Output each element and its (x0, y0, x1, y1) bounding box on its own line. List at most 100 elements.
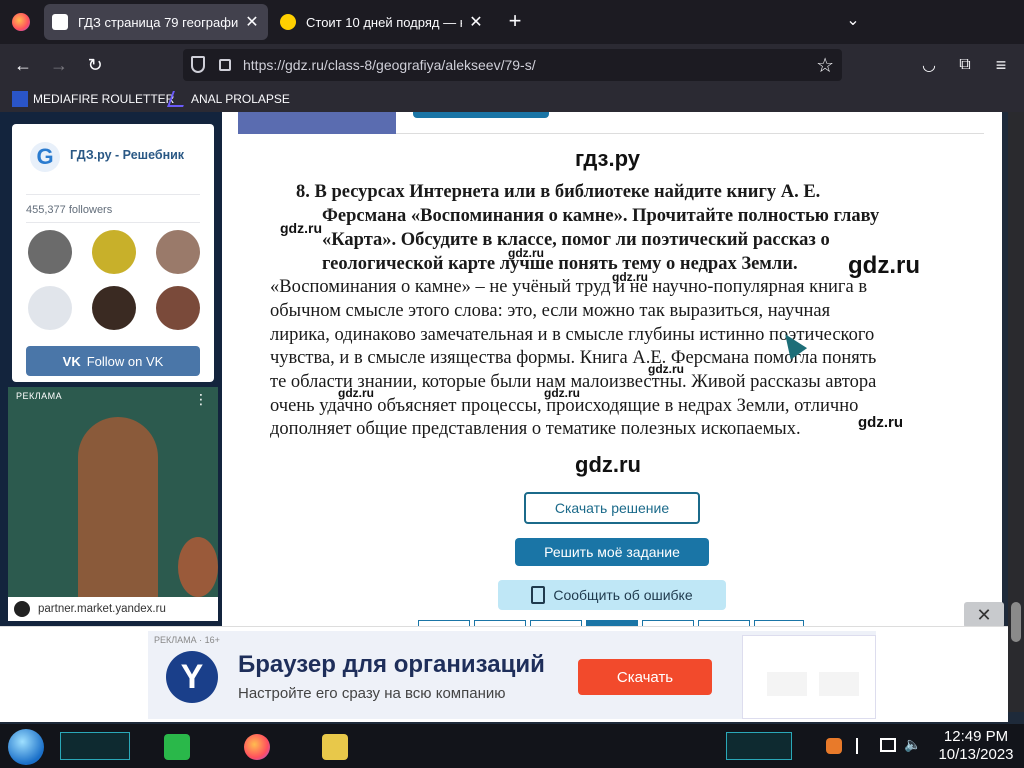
ad-thumbnail[interactable] (238, 112, 396, 134)
market-logo-icon (14, 601, 30, 617)
back-arrow-icon[interactable]: ← (10, 52, 36, 78)
clock-time: 12:49 PM (943, 728, 1009, 745)
bookmark-chevron-icon (167, 91, 189, 107)
ad-tag: РЕКЛАМА (16, 391, 63, 401)
gdz-logo-icon: G (30, 142, 60, 172)
ad-tile (819, 672, 859, 696)
mediafire-icon (12, 91, 28, 107)
left-sidebar: G ГДЗ.ру - Решебник 455,377 followers VK… (0, 112, 222, 632)
navigation-toolbar: ← → ↻ https://gdz.ru/class-8/geografiya/… (0, 44, 1024, 86)
bottom-ad-banner[interactable]: РЕКЛАМА · 16+ Y Браузер для организаций … (0, 626, 1008, 722)
solve-my-task-button[interactable]: Решить моё задание (515, 538, 709, 566)
taskbar-decoration (726, 732, 792, 760)
extensions-icon[interactable]: ⧉ (952, 52, 978, 78)
flag-icon[interactable] (856, 738, 870, 754)
ad-source-bar[interactable]: partner.market.yandex.ru (8, 597, 218, 621)
firefox-menu-icon[interactable] (12, 13, 30, 31)
network-icon[interactable] (880, 738, 896, 752)
report-error-button[interactable]: Сообщить об ошибке (498, 580, 726, 610)
divider (26, 222, 200, 223)
watermark: gdz.ru (612, 270, 648, 284)
pocket-icon[interactable]: ◡ (916, 52, 942, 78)
bookmark-item[interactable]: MEDIAFIRE ROULETTER (12, 90, 174, 108)
tab-title: ГДЗ страница 79 география 8 класс (78, 14, 238, 30)
ad-tile (767, 672, 807, 696)
avatar[interactable] (156, 230, 200, 274)
bookmark-star-icon[interactable]: ☆ (816, 53, 834, 78)
avatar[interactable] (92, 230, 136, 274)
ad-download-button[interactable]: Скачать (578, 659, 712, 695)
reload-icon[interactable]: ↻ (82, 52, 108, 78)
firefox-app-icon[interactable] (244, 734, 270, 760)
vk-group-name[interactable]: ГДЗ.ру - Решебник (70, 148, 184, 162)
url-bar[interactable]: https://gdz.ru/class-8/geografiya/alekse… (183, 49, 842, 81)
page-scrollbar[interactable] (1008, 112, 1024, 712)
ad-headline: Браузер для организаций (238, 651, 545, 678)
left-ad-image[interactable]: РЕКЛАМА ⋮ (8, 387, 218, 619)
report-error-label: Сообщить об ошибке (553, 587, 693, 603)
ad-subline: Настройте его сразу на всю компанию (238, 685, 506, 702)
watermark: gdz.ru (648, 362, 684, 376)
start-orb-icon[interactable] (8, 729, 44, 765)
answer-line: обычном смысле этого слова: это, если мо… (270, 301, 831, 321)
title-watermark: гдз.ру (575, 146, 640, 171)
watermark: gdz.ru (544, 386, 580, 400)
forward-arrow-icon[interactable]: → (46, 52, 72, 78)
vk-widget: G ГДЗ.ру - Решебник 455,377 followers VK… (12, 124, 214, 382)
notes-app-icon[interactable] (164, 734, 190, 760)
watermark: gdz.ru (848, 252, 920, 279)
task-line: 8. В ресурсах Интернета или в библиотеке… (296, 182, 821, 202)
volume-icon[interactable]: 🔈 (904, 736, 921, 753)
system-clock[interactable]: 12:49 PM 10/13/2023 (928, 728, 1024, 764)
watermark: gdz.ru (280, 220, 322, 236)
divider (26, 194, 200, 195)
lock-icon[interactable] (219, 59, 231, 71)
tab-strip: ГДЗ страница 79 география 8 класс ✕ Стои… (0, 0, 1024, 44)
taskbar: 🔈 12:49 PM 10/13/2023 (0, 724, 1024, 768)
avatar[interactable] (156, 286, 200, 330)
tab-market[interactable]: Стоит 10 дней подряд — купить ✕ (272, 4, 492, 40)
url-text[interactable]: https://gdz.ru/class-8/geografiya/alekse… (243, 57, 536, 73)
watermark: gdz.ru (858, 414, 903, 431)
camera-placeholder-icon[interactable] (28, 286, 72, 330)
taskbar-decoration (60, 732, 130, 760)
tab-title: Стоит 10 дней подряд — купить (306, 14, 462, 30)
close-tab-icon[interactable]: ✕ (468, 12, 484, 32)
list-tabs-chevron-icon[interactable]: ⌄ (842, 10, 864, 32)
avatar[interactable] (28, 230, 72, 274)
watermark: gdz.ru (508, 246, 544, 260)
follow-on-vk-button[interactable]: VK Follow on VK (26, 346, 200, 376)
clock-date: 10/13/2023 (938, 746, 1014, 763)
yandex-browser-logo-icon: Y (166, 651, 218, 703)
ad-source-label: partner.market.yandex.ru (38, 603, 166, 615)
follow-label: Follow on VK (86, 353, 164, 369)
bookmark-item[interactable]: ANAL PROLAPSE (167, 90, 290, 108)
hamburger-menu-icon[interactable]: ≡ (988, 52, 1014, 78)
bookmark-label: MEDIAFIRE ROULETTER (33, 92, 175, 106)
avatar[interactable] (92, 286, 136, 330)
bottom-watermark: gdz.ru (575, 452, 641, 477)
task-line: геологической карте лучше понять тему о … (322, 254, 798, 274)
gdz-favicon-icon (52, 14, 68, 30)
more-options-icon[interactable]: ⋮ (194, 391, 208, 408)
download-solution-button[interactable]: Скачать решение (524, 492, 700, 524)
new-tab-icon[interactable]: + (504, 10, 526, 32)
market-favicon-icon (280, 14, 296, 30)
report-document-icon (531, 586, 546, 604)
tab-gdz[interactable]: ГДЗ страница 79 география 8 класс ✕ (44, 4, 268, 40)
followers-count: 455,377 followers (26, 204, 113, 216)
bookmark-label: ANAL PROLAPSE (191, 92, 290, 106)
watermark: gdz.ru (338, 386, 374, 400)
close-tab-icon[interactable]: ✕ (244, 12, 260, 32)
ad-pottery-illustration (178, 537, 218, 597)
vk-logo-icon: VK (62, 353, 81, 369)
scrollbar-thumb[interactable] (1011, 602, 1021, 642)
shield-icon[interactable] (191, 56, 205, 73)
ad-button-partial[interactable] (413, 112, 549, 118)
ad-browser-screenshot (742, 635, 876, 719)
close-ad-button[interactable]: ✕ (964, 602, 1004, 628)
ad-person-illustration (78, 417, 158, 597)
ad-tag: РЕКЛАМА · 16+ (154, 635, 220, 645)
file-manager-icon[interactable] (322, 734, 348, 760)
tray-app-icon[interactable] (826, 738, 842, 754)
